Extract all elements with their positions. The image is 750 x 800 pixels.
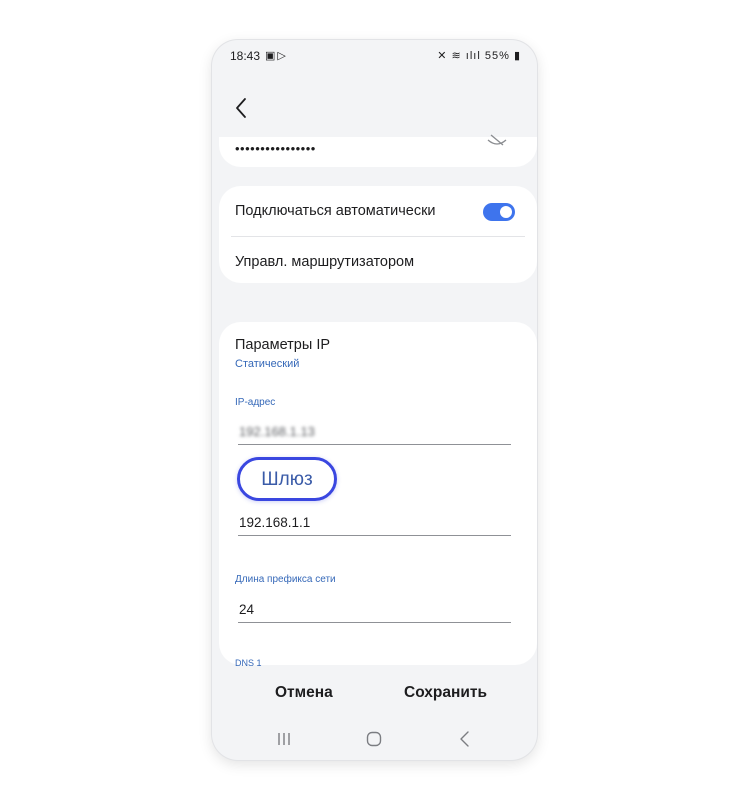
gateway-value: 192.168.1.1 bbox=[239, 515, 311, 530]
nav-back-button[interactable] bbox=[450, 726, 480, 752]
prefix-length-label: Длина префикса сети bbox=[235, 574, 336, 585]
cancel-button[interactable]: Отмена bbox=[275, 684, 333, 702]
gateway-field[interactable]: 192.168.1.1 bbox=[238, 509, 511, 536]
gallery-icon: ▣ bbox=[265, 50, 278, 62]
connection-options-card: Подключаться автоматически Управл. маршр… bbox=[219, 186, 537, 283]
divider bbox=[231, 236, 525, 237]
navigation-bar bbox=[212, 720, 537, 760]
ip-settings-card: Параметры IP Статический IP-адрес 192.16… bbox=[219, 322, 537, 668]
back-button[interactable] bbox=[232, 94, 252, 122]
ip-address-label: IP-адрес bbox=[235, 397, 276, 408]
system-status-icons: ✕ ≋ ılıl 55% ▮ bbox=[437, 49, 521, 62]
home-button[interactable] bbox=[359, 726, 389, 752]
status-time: 18:43 bbox=[230, 49, 261, 63]
battery-icon: ▮ bbox=[513, 50, 521, 62]
password-field[interactable]: •••••••••••••••• bbox=[235, 141, 316, 156]
ip-mode-value: Статический bbox=[235, 358, 300, 370]
mute-icon: ✕ bbox=[437, 50, 448, 62]
battery-percent: 55% bbox=[484, 50, 510, 62]
gateway-highlight: Шлюз bbox=[237, 457, 337, 501]
prefix-length-field[interactable]: 24 bbox=[238, 596, 511, 623]
recents-icon bbox=[278, 733, 290, 745]
signal-icon: ıl bbox=[473, 50, 481, 62]
ip-address-value: 192.168.1.13 bbox=[239, 424, 315, 439]
back-arrow-icon bbox=[460, 731, 469, 747]
prefix-length-value: 24 bbox=[239, 602, 255, 617]
bottom-action-bar: Отмена Сохранить bbox=[212, 680, 537, 710]
auto-connect-toggle[interactable] bbox=[483, 203, 515, 221]
wifi-icon: ≋ bbox=[451, 50, 462, 62]
notification-icons: ▣▷ bbox=[265, 49, 288, 62]
ip-address-field[interactable]: 192.168.1.13 bbox=[238, 418, 511, 445]
phone-screen: 18:43 ▣▷ ✕ ≋ ılıl 55% ▮ ••••••••••••••••… bbox=[212, 40, 537, 760]
home-icon bbox=[366, 731, 382, 747]
password-card: •••••••••••••••• bbox=[219, 134, 537, 167]
chevron-left-icon bbox=[236, 98, 246, 118]
ip-settings-title[interactable]: Параметры IP bbox=[235, 337, 330, 353]
eye-off-icon[interactable] bbox=[487, 133, 507, 152]
router-manage-item[interactable]: Управл. маршрутизатором bbox=[235, 254, 414, 270]
status-bar: 18:43 ▣▷ ✕ ≋ ılıl 55% ▮ bbox=[212, 40, 537, 74]
save-button[interactable]: Сохранить bbox=[404, 684, 487, 702]
toggle-knob bbox=[500, 206, 512, 218]
play-icon: ▷ bbox=[277, 50, 288, 62]
dns1-label: DNS 1 bbox=[235, 658, 262, 668]
recents-button[interactable] bbox=[269, 726, 299, 752]
gateway-label: Шлюз bbox=[261, 469, 313, 490]
auto-connect-label: Подключаться автоматически bbox=[235, 203, 436, 219]
